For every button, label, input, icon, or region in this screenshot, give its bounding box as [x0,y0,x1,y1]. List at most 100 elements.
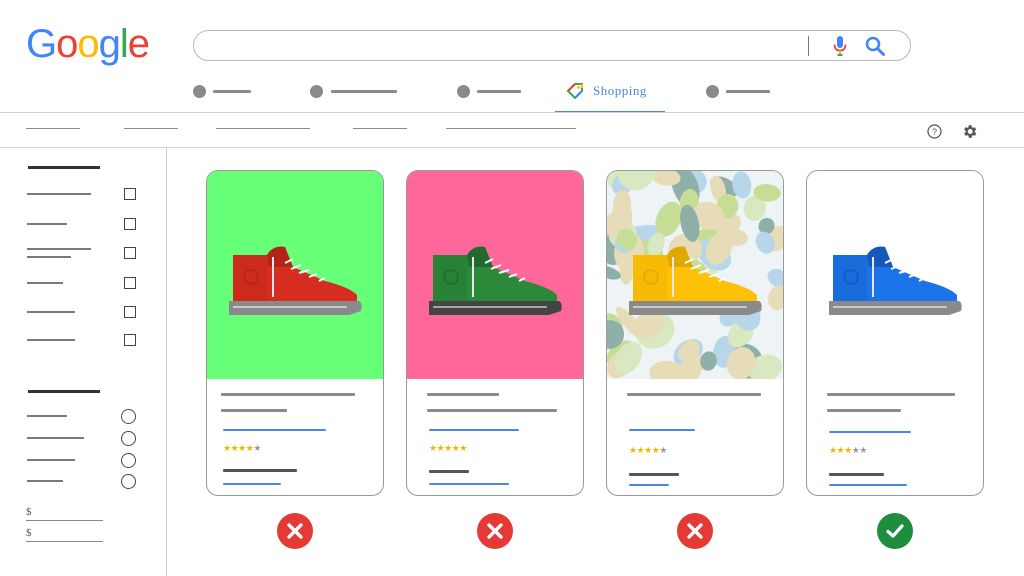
tab-icon [310,85,323,98]
filter-option-label [27,437,84,439]
tab-label-placeholder[interactable] [477,90,521,93]
filter-checkbox[interactable] [124,188,136,200]
header-divider [0,112,1024,113]
product-link-placeholder[interactable] [429,483,509,485]
star-icon: ★ [829,445,837,455]
sneaker-icon [229,246,362,315]
logo-letter: o [56,22,78,66]
product-image[interactable] [207,171,383,379]
filter-radio[interactable] [121,474,136,489]
search-divider [808,36,809,56]
tab-icon [706,85,719,98]
tab-shopping[interactable]: Shopping [593,83,647,99]
filter-option-label [27,193,91,195]
product-link-placeholder[interactable] [829,484,907,486]
filter-option-label [27,248,91,250]
star-icon: ★ [223,443,231,453]
tab-icon [457,85,470,98]
sneaker-icon [629,246,762,315]
help-icon[interactable]: ? [927,124,942,139]
logo-letter: l [119,22,129,66]
product-title-placeholder [427,393,499,396]
filter-option-label [27,339,75,341]
sneaker-icon [429,246,562,315]
logo-letter: g [98,22,121,66]
tag-icon [566,83,583,100]
tab-label-placeholder[interactable] [331,90,397,93]
product-title-placeholder [827,393,955,396]
product-link-placeholder[interactable] [829,431,911,433]
product-card[interactable]: ★★★★★ [606,170,784,496]
price-max-input[interactable] [26,541,103,542]
filter-option-label [27,415,67,417]
filter-radio[interactable] [121,453,136,468]
search-icon[interactable] [864,35,886,57]
star-icon: ★ [429,443,437,453]
product-price-placeholder [829,473,884,476]
gear-icon[interactable] [961,123,978,140]
filter-checkbox[interactable] [124,277,136,289]
search-input[interactable] [193,30,911,61]
product-title-placeholder [427,409,557,412]
star-icon: ★ [844,445,852,455]
rating-stars: ★★★★★ [429,443,467,454]
product-card[interactable]: ★★★★★ [806,170,984,496]
product-title-placeholder [827,409,901,412]
cross-icon [677,513,713,549]
product-link-placeholder[interactable] [223,483,281,485]
filter-radio[interactable] [121,409,136,424]
product-image[interactable] [607,171,783,379]
filter-chip[interactable] [446,128,576,129]
filter-option-label [27,459,75,461]
tab-label-placeholder[interactable] [213,90,251,93]
filter-option-label [27,256,71,258]
sidebar-divider [166,148,167,576]
product-price-placeholder [223,469,297,472]
sneaker-icon [829,246,962,315]
google-logo[interactable]: Google [26,22,150,67]
filter-checkbox[interactable] [124,218,136,230]
filter-option-label [27,223,67,225]
product-link-placeholder[interactable] [629,429,695,431]
svg-text:?: ? [932,127,937,137]
filter-chip[interactable] [353,128,407,129]
star-icon: ★ [629,445,637,455]
price-min-symbol: $ [26,506,32,518]
product-link-placeholder[interactable] [429,429,519,431]
tab-icon [193,85,206,98]
price-max-symbol: $ [26,527,32,539]
rating-stars: ★★★★★ [829,445,867,456]
star-icon: ★ [444,443,452,453]
star-icon: ★ [659,445,667,455]
filter-checkbox[interactable] [124,306,136,318]
star-icon: ★ [459,443,467,453]
rating-stars: ★★★★★ [629,445,667,456]
filter-chip[interactable] [124,128,178,129]
price-min-input[interactable] [26,520,103,521]
product-image[interactable] [407,171,583,379]
product-title-placeholder [627,393,761,396]
filter-checkbox[interactable] [124,247,136,259]
product-card[interactable]: ★★★★★ [206,170,384,496]
product-card[interactable]: ★★★★★ [406,170,584,496]
cross-icon [477,513,513,549]
filter-chip[interactable] [216,128,310,129]
logo-letter: G [26,22,57,66]
cross-icon [277,513,313,549]
mic-icon[interactable] [832,35,848,57]
star-icon: ★ [238,443,246,453]
product-image[interactable] [807,171,983,379]
product-link-placeholder[interactable] [223,429,326,431]
filter-group-heading [28,166,100,169]
tab-label-placeholder[interactable] [726,90,770,93]
star-icon: ★ [644,445,652,455]
filter-chip[interactable] [26,128,80,129]
filter-checkbox[interactable] [124,334,136,346]
filter-option-label [27,480,63,482]
check-icon [877,513,913,549]
filter-radio[interactable] [121,431,136,446]
filter-group-heading [28,390,100,393]
product-link-placeholder[interactable] [629,484,669,486]
toolbar-divider [0,147,1024,148]
logo-letter: e [127,22,150,66]
